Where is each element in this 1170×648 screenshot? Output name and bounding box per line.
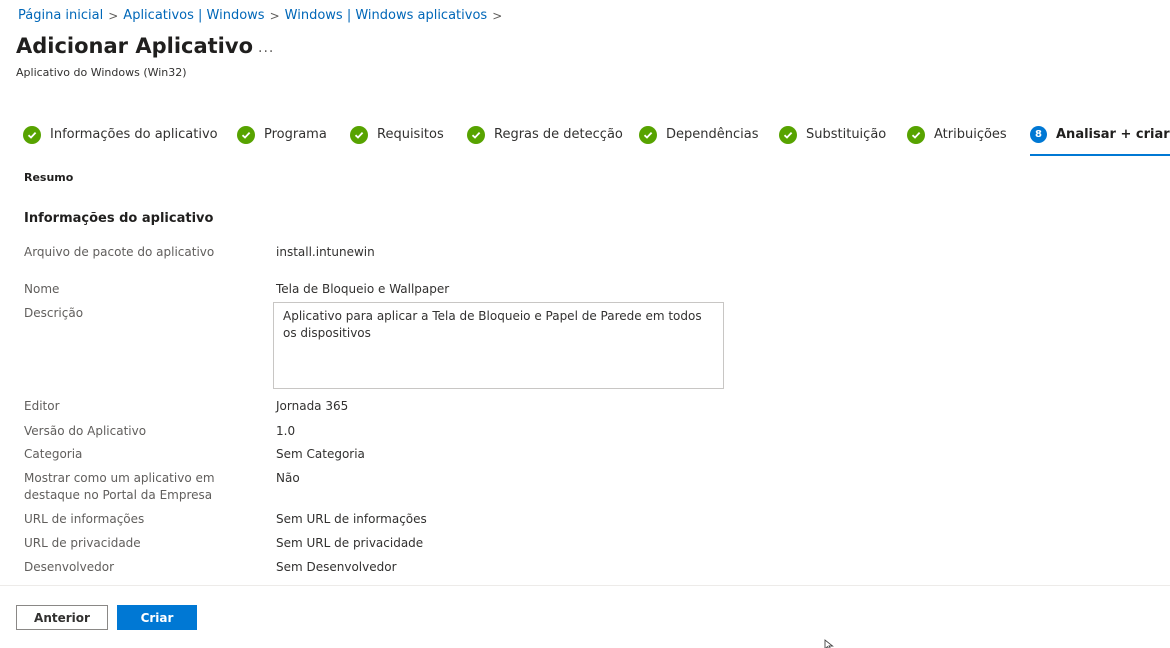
- step-review-create[interactable]: 8 Analisar + criar: [1030, 126, 1170, 156]
- page-subtitle: Aplicativo do Windows (Win32): [16, 66, 187, 79]
- field-value: Sem URL de informações: [276, 512, 427, 526]
- step-label: Requisitos: [377, 127, 444, 142]
- chevron-right-icon: >: [108, 8, 119, 23]
- field-value: Jornada 365: [276, 399, 349, 413]
- field-label: Versão do Aplicativo: [24, 424, 147, 438]
- more-options-icon[interactable]: ...: [258, 40, 274, 56]
- field-label: Nome: [24, 282, 60, 296]
- step-assignments[interactable]: Atribuições: [907, 126, 1007, 156]
- breadcrumb-home-link[interactable]: Página inicial: [18, 8, 103, 23]
- step-program[interactable]: Programa: [237, 126, 327, 156]
- step-label: Informações do aplicativo: [50, 127, 218, 142]
- chevron-right-icon: >: [269, 8, 280, 23]
- field-value: Sem Desenvolvedor: [276, 560, 397, 574]
- step-label: Programa: [264, 127, 327, 142]
- field-value: Tela de Bloqueio e Wallpaper: [276, 282, 450, 296]
- wizard-steps: Informações do aplicativo Programa Requi…: [23, 126, 1170, 156]
- breadcrumb: Página inicial > Aplicativos | Windows >…: [18, 8, 507, 23]
- checkmark-icon: [779, 126, 797, 144]
- field-value: Sem Categoria: [276, 447, 365, 461]
- field-label: Descrição: [24, 306, 84, 320]
- mouse-cursor-icon: [824, 636, 836, 648]
- chevron-right-icon: >: [492, 8, 503, 23]
- breadcrumb-windows-apps-link[interactable]: Windows | Windows aplicativos: [285, 8, 488, 23]
- checkmark-icon: [23, 126, 41, 144]
- step-app-information[interactable]: Informações do aplicativo: [23, 126, 218, 156]
- field-value: 1.0: [276, 424, 296, 438]
- step-label: Substituição: [806, 127, 887, 142]
- step-requirements[interactable]: Requisitos: [350, 126, 444, 156]
- step-label: Atribuições: [934, 127, 1007, 142]
- step-label: Analisar + criar: [1056, 127, 1170, 142]
- field-value: Não: [276, 471, 300, 485]
- checkmark-icon: [467, 126, 485, 144]
- previous-button[interactable]: Anterior: [16, 605, 108, 630]
- description-textbox: Aplicativo para aplicar a Tela de Bloque…: [273, 302, 724, 389]
- step-dependencies[interactable]: Dependências: [639, 126, 759, 156]
- field-label: Mostrar como um aplicativo em destaque n…: [24, 471, 215, 502]
- field-label: Editor: [24, 399, 60, 413]
- step-detection-rules[interactable]: Regras de detecção: [467, 126, 623, 156]
- field-value: Sem URL de privacidade: [276, 536, 424, 550]
- footer-divider: [0, 585, 1170, 586]
- field-label: Categoria: [24, 447, 83, 461]
- page-title: Adicionar Aplicativo: [16, 34, 253, 58]
- step-supersedence[interactable]: Substituição: [779, 126, 886, 156]
- checkmark-icon: [639, 126, 657, 144]
- step-label: Dependências: [666, 127, 759, 142]
- checkmark-icon: [237, 126, 255, 144]
- create-button[interactable]: Criar: [117, 605, 197, 630]
- step-label: Regras de detecção: [494, 127, 623, 142]
- field-value: install.intunewin: [276, 245, 375, 259]
- step-number-badge: 8: [1030, 126, 1047, 143]
- checkmark-icon: [350, 126, 368, 144]
- field-label: URL de privacidade: [24, 536, 141, 550]
- field-label: URL de informações: [24, 512, 145, 526]
- field-label: Arquivo de pacote do aplicativo: [24, 245, 215, 259]
- breadcrumb-apps-windows-link[interactable]: Aplicativos | Windows: [123, 8, 264, 23]
- checkmark-icon: [907, 126, 925, 144]
- field-label: Desenvolvedor: [24, 560, 115, 574]
- app-info-section-title: Informações do aplicativo: [24, 211, 214, 226]
- summary-heading: Resumo: [24, 171, 74, 184]
